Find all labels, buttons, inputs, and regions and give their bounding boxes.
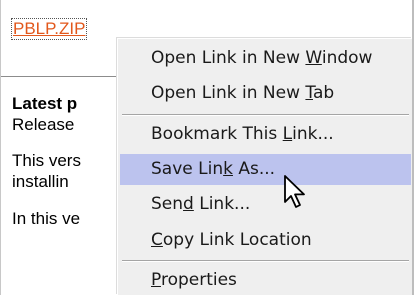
menu-item-open-new-window[interactable]: Open Link in New Window (120, 43, 411, 74)
release-text: Release (12, 115, 75, 134)
section-heading: Latest p (12, 94, 78, 113)
menu-item-label: Open Link in New (151, 83, 306, 103)
menu-item-label: Link... (193, 194, 251, 214)
arrow-pointer-icon (284, 175, 305, 208)
menu-item-label: indow (321, 48, 373, 68)
menu-item-label: Save Lin (151, 159, 224, 179)
menu-item-label: Sen (151, 194, 184, 214)
menu-item-label: As... (232, 159, 276, 179)
menu-item-label: roperties (160, 270, 237, 290)
in-this-version-text: In this ve (12, 209, 81, 228)
window-left-edge (0, 0, 1, 295)
menu-item-accesskey: W (305, 48, 322, 68)
menu-separator (122, 114, 409, 116)
menu-item-accesskey: T (305, 83, 313, 103)
menu-item-label: Open Link in New (151, 48, 306, 68)
menu-item-open-new-tab[interactable]: Open Link in New Tab (120, 78, 411, 109)
context-menu: Open Link in New Window Open Link in New… (117, 38, 412, 295)
menu-item-send-link[interactable]: Send Link... (120, 189, 411, 220)
installing-text: installin (12, 172, 69, 191)
download-link[interactable]: PBLP.ZIP (10, 18, 88, 40)
menu-item-save-link-as[interactable]: Save Link As... (120, 154, 411, 185)
menu-item-label: ink... (292, 124, 334, 144)
menu-item-accesskey: k (223, 159, 233, 179)
menu-separator (122, 260, 409, 262)
menu-item-label: opy Link Location (162, 230, 312, 250)
menu-item-accesskey: L (282, 124, 293, 144)
menu-item-bookmark-link[interactable]: Bookmark This Link... (120, 119, 411, 150)
menu-item-accesskey: C (151, 230, 163, 250)
menu-item-accesskey: P (151, 270, 161, 290)
menu-item-accesskey: d (183, 194, 194, 214)
menu-item-properties[interactable]: Properties (120, 265, 411, 295)
menu-item-label: Bookmark This (151, 124, 283, 144)
menu-item-label: ab (313, 83, 335, 103)
menu-item-copy-link-location[interactable]: Copy Link Location (120, 225, 411, 256)
version-text: This vers (12, 151, 81, 170)
